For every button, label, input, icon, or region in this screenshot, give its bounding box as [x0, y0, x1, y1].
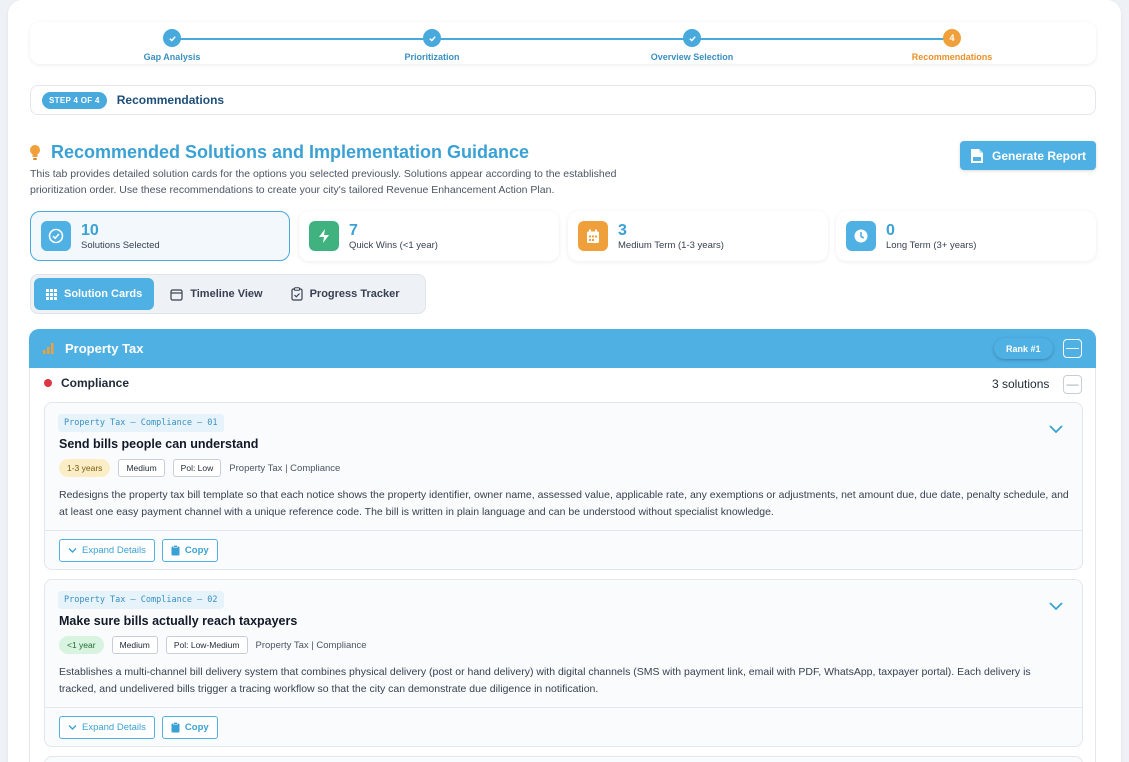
political-badge: Pol: Low-Medium — [165, 636, 248, 654]
step-title: Recommendations — [116, 93, 225, 107]
step-label: Recommendations — [911, 52, 993, 62]
step-prioritization[interactable]: Prioritization — [362, 29, 502, 62]
solution-code: Property Tax – Compliance – 02 — [58, 591, 224, 609]
stepper-line — [172, 38, 956, 40]
tab-label: Solution Cards — [64, 288, 143, 300]
pdf-file-icon — [970, 148, 983, 163]
step-badge: STEP 4 OF 4 — [42, 91, 107, 109]
check-circle-icon — [41, 221, 71, 251]
card-divider — [45, 707, 1082, 708]
step-label: Prioritization — [404, 52, 460, 62]
stat-value: 7 — [349, 221, 358, 239]
check-icon — [683, 29, 701, 47]
copy-button[interactable]: Copy — [161, 716, 218, 739]
main-panel: Gap Analysis Prioritization Overview Sel… — [8, 0, 1121, 762]
step-overview-selection[interactable]: Overview Selection — [622, 29, 762, 62]
clock-icon — [846, 221, 876, 251]
solution-card: Property Tax – Compliance – 01 Send bill… — [44, 402, 1083, 570]
bar-chart-icon — [43, 343, 54, 354]
subcategory-collapse-button[interactable]: — — [1063, 375, 1082, 394]
copy-label: Copy — [184, 545, 209, 556]
solution-title: Make sure bills actually reach taxpayers — [59, 614, 298, 628]
status-dot — [44, 379, 52, 387]
tab-label: Progress Tracker — [309, 288, 400, 300]
stat-label: Long Term (3+ years) — [886, 239, 977, 251]
lightbulb-icon — [30, 145, 40, 160]
stat-label: Solutions Selected — [81, 239, 160, 251]
stat-solutions-selected[interactable]: 10 Solutions Selected — [30, 211, 290, 261]
tab-progress-tracker[interactable]: Progress Tracker — [279, 278, 412, 310]
solution-card — [44, 756, 1083, 762]
expand-label: Expand Details — [82, 722, 146, 733]
subcategory-header[interactable]: Compliance — [44, 376, 129, 390]
copy-label: Copy — [184, 722, 209, 733]
step-gap-analysis[interactable]: Gap Analysis — [102, 29, 242, 62]
calendar-icon — [578, 221, 608, 251]
page-title: Recommended Solutions and Implementation… — [51, 142, 530, 162]
stat-value: 10 — [81, 221, 99, 239]
solution-title: Send bills people can understand — [59, 437, 259, 451]
political-badge: Pol: Low — [172, 459, 222, 477]
step-number: 4 — [943, 29, 961, 47]
stat-value: 0 — [886, 221, 895, 239]
view-tabs: Solution Cards Timeline View Progress Tr… — [30, 274, 426, 314]
expand-label: Expand Details — [82, 545, 146, 556]
timeframe-badge: <1 year — [59, 636, 104, 654]
solution-description: Redesigns the property tax bill template… — [59, 489, 1069, 518]
solution-tags: 1-3 years Medium Pol: Low Property Tax |… — [59, 459, 340, 477]
card-actions: Expand Details Copy — [59, 716, 218, 739]
expand-details-button[interactable]: Expand Details — [59, 539, 155, 562]
solution-count: 3 solutions — [992, 377, 1050, 391]
chevron-down-icon[interactable] — [1048, 600, 1064, 612]
bolt-icon — [309, 221, 339, 251]
solution-code: Property Tax – Compliance – 01 — [58, 414, 224, 432]
category-path: Property Tax | Compliance — [255, 639, 367, 651]
solution-tags: <1 year Medium Pol: Low-Medium Property … — [59, 636, 367, 654]
generate-report-button[interactable]: Generate Report — [960, 141, 1096, 170]
category-header-property-tax[interactable]: Property Tax Rank #1 — — [29, 329, 1096, 368]
stat-label: Quick Wins (<1 year) — [349, 239, 438, 251]
chevron-down-icon — [68, 725, 77, 730]
tab-label: Timeline View — [190, 288, 263, 300]
effort-badge: Medium — [111, 636, 158, 654]
category-title: Property Tax — [65, 341, 144, 356]
stat-label: Medium Term (1-3 years) — [618, 239, 724, 251]
category-body: Compliance 3 solutions — Property Tax – … — [29, 368, 1096, 762]
clipboard-icon — [171, 545, 180, 556]
step-label: Gap Analysis — [143, 52, 201, 62]
category-collapse-button[interactable]: — — [1063, 339, 1082, 358]
generate-report-label: Generate Report — [991, 148, 1087, 163]
card-divider — [45, 530, 1082, 531]
tab-solution-cards[interactable]: Solution Cards — [34, 278, 155, 310]
effort-badge: Medium — [118, 459, 165, 477]
chevron-down-icon[interactable] — [1048, 423, 1064, 435]
tab-timeline-view[interactable]: Timeline View — [158, 278, 274, 310]
stat-long-term[interactable]: 0 Long Term (3+ years) — [836, 211, 1096, 261]
grid-icon — [46, 288, 57, 300]
solution-description: Establishes a multi-channel bill deliver… — [59, 666, 1031, 695]
clipboard-icon — [171, 722, 180, 733]
clipboard-icon — [290, 287, 303, 301]
card-actions: Expand Details Copy — [59, 539, 218, 562]
step-recommendations[interactable]: 4 Recommendations — [882, 29, 1022, 62]
subcategory-name: Compliance — [61, 376, 130, 390]
step-indicator-bar: STEP 4 OF 4 Recommendations — [30, 85, 1096, 115]
check-icon — [423, 29, 441, 47]
progress-stepper: Gap Analysis Prioritization Overview Sel… — [30, 22, 1096, 64]
stat-medium-term[interactable]: 3 Medium Term (1-3 years) — [568, 211, 828, 261]
category-path: Property Tax | Compliance — [229, 462, 341, 474]
copy-button[interactable]: Copy — [161, 539, 218, 562]
timeframe-badge: 1-3 years — [59, 459, 111, 477]
stat-value: 3 — [618, 221, 627, 239]
expand-details-button[interactable]: Expand Details — [59, 716, 155, 739]
check-icon — [163, 29, 181, 47]
rank-badge: Rank #1 — [994, 338, 1053, 359]
page-description: This tab provides detailed solution card… — [30, 168, 617, 196]
solution-card: Property Tax – Compliance – 02 Make sure… — [44, 579, 1083, 747]
stat-quick-wins[interactable]: 7 Quick Wins (<1 year) — [299, 211, 559, 261]
chevron-down-icon — [68, 548, 77, 553]
calendar-outline-icon — [170, 288, 183, 301]
step-label: Overview Selection — [650, 52, 734, 62]
